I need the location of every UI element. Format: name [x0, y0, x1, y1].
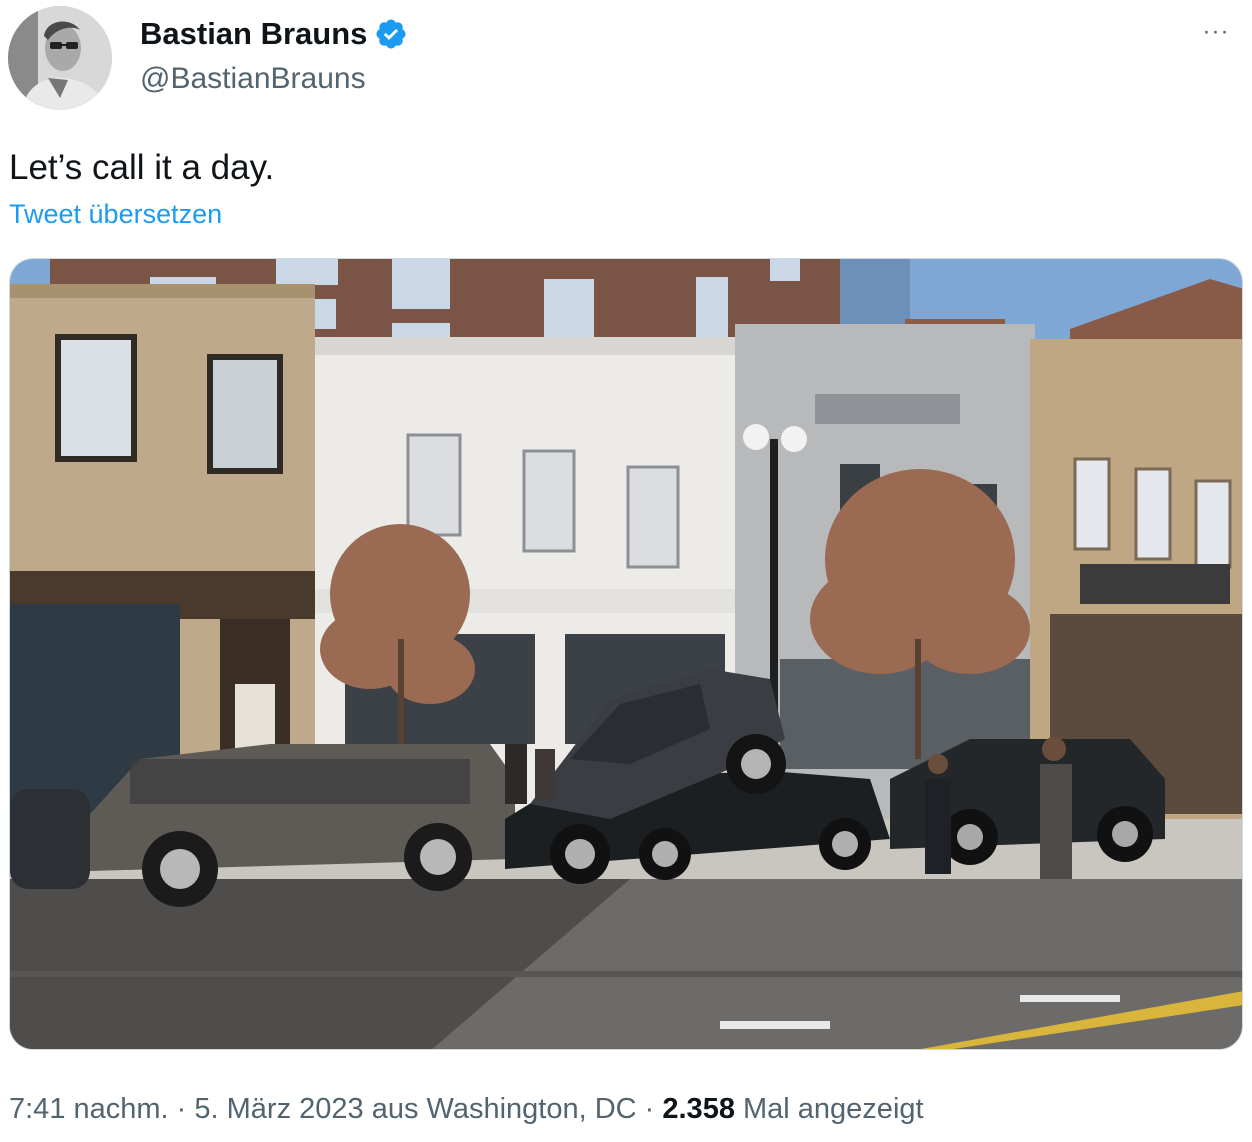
tweet-meta: 7:41 nachm. · 5. März 2023 aus Washingto…: [9, 1089, 924, 1129]
avatar[interactable]: [8, 6, 112, 110]
tweet-location: aus Washington, DC: [363, 1093, 637, 1125]
views-count[interactable]: 2.358: [662, 1093, 735, 1125]
tweet-time[interactable]: 7:41 nachm.: [9, 1093, 169, 1125]
author-name[interactable]: Bastian Brauns: [140, 14, 408, 54]
avatar-photo: [8, 6, 112, 110]
tweet-photo[interactable]: [9, 258, 1243, 1050]
tweet-date[interactable]: 5. März 2023: [194, 1093, 363, 1125]
meta-separator: ·: [636, 1093, 663, 1125]
photo-street-crash: [10, 259, 1242, 1049]
tweet-text: Let’s call it a day.: [9, 148, 275, 187]
translate-tweet-link[interactable]: Tweet übersetzen: [9, 197, 222, 231]
meta-separator: ·: [168, 1093, 195, 1125]
verified-badge-icon: [374, 17, 408, 51]
views-label: Mal angezeigt: [734, 1093, 924, 1125]
more-options-icon[interactable]: ···: [1194, 14, 1238, 54]
author-handle[interactable]: @BastianBrauns: [140, 59, 366, 99]
author-name-text: Bastian Brauns: [140, 16, 368, 51]
